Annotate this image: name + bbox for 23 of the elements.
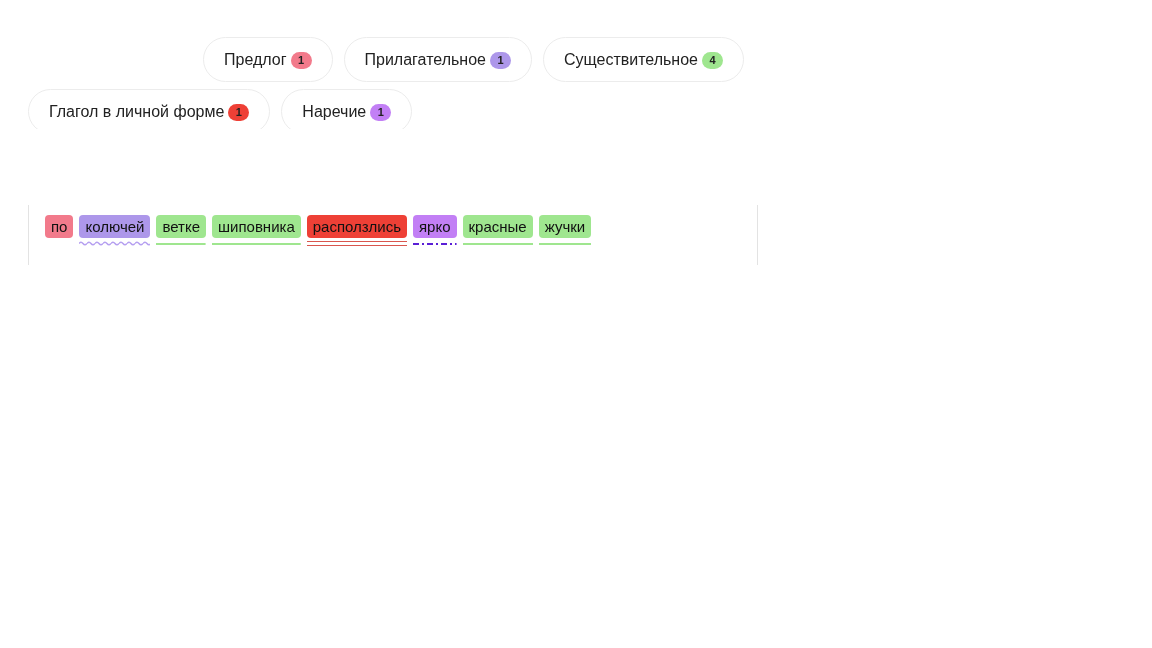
count-badge: 4 [702, 52, 723, 69]
chip-label: Глагол в личной форме [49, 101, 225, 122]
word-tag[interactable]: ветке [156, 215, 206, 238]
word-tag[interactable]: расползлись [306, 215, 407, 238]
chip-label: Наречие [302, 101, 367, 122]
word-tag[interactable]: шиповника [212, 215, 301, 238]
chip-label: Предлог [224, 49, 287, 70]
part-of-speech-chip[interactable]: Наречие 1 [281, 89, 413, 129]
part-of-speech-chip[interactable]: Прилагательное 1 [343, 37, 532, 82]
part-of-speech-chip[interactable]: Существительное 4 [542, 37, 744, 82]
word-tag[interactable]: жучки [538, 215, 592, 238]
word-tag[interactable]: ярко [413, 215, 457, 238]
count-badge: 1 [290, 52, 312, 69]
count-badge: 1 [370, 104, 392, 121]
word-tag[interactable]: по [45, 215, 74, 238]
count-badge: 1 [228, 104, 250, 121]
word-tag[interactable]: красные [462, 215, 533, 238]
part-of-speech-chip[interactable]: Глагол в личной форме 1 [28, 89, 271, 129]
part-of-speech-chip[interactable]: Предлог 1 [203, 37, 333, 82]
chip-label: Существительное [563, 49, 698, 70]
chip-label: Прилагательное [364, 49, 486, 70]
count-badge: 1 [489, 52, 511, 69]
word-tag[interactable]: колючей [79, 215, 151, 238]
